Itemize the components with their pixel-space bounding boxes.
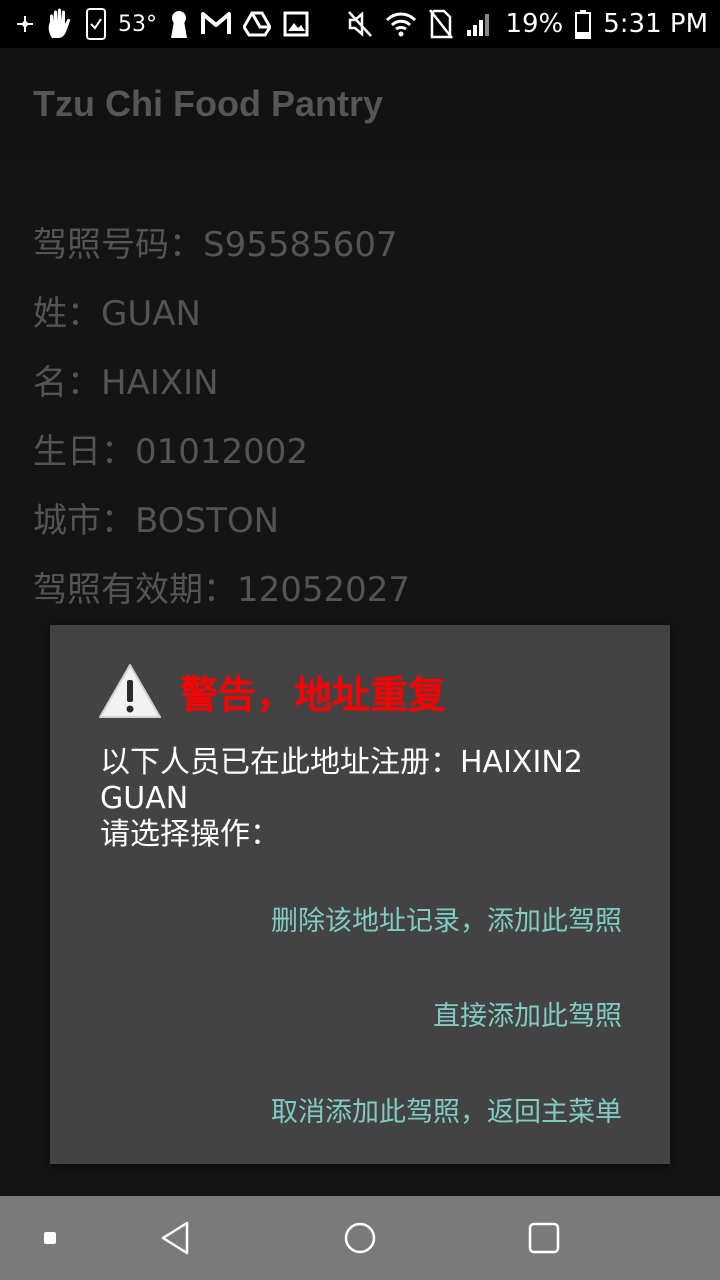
cancel-return-main-menu-button[interactable]: 取消添加此驾照，返回主菜单 xyxy=(271,1090,622,1129)
mute-icon xyxy=(348,11,373,37)
home-button[interactable] xyxy=(310,1196,410,1280)
back-icon xyxy=(161,1221,189,1255)
first-name-field: 名：HAIXIN xyxy=(33,363,219,403)
image-icon xyxy=(283,11,309,37)
birthday-field: 生日：01012002 xyxy=(33,432,309,472)
delete-address-add-license-button[interactable]: 删除该地址记录，添加此驾照 xyxy=(271,899,622,938)
add-license-directly-button[interactable]: 直接添加此驾照 xyxy=(433,994,622,1033)
drive-icon xyxy=(243,11,271,37)
clock-time: 5:31 PM xyxy=(603,9,708,39)
status-left: 53° xyxy=(16,8,309,40)
recents-dot-button[interactable] xyxy=(0,1196,100,1280)
status-bar: 53° 19% 5:31 PM xyxy=(0,0,720,48)
no-sim-icon xyxy=(429,9,454,39)
navigation-bar xyxy=(0,1196,720,1280)
app-bar: Tzu Chi Food Pantry xyxy=(0,48,720,160)
license-expiry-field: 驾照有效期：12052027 xyxy=(33,570,411,610)
warning-icon xyxy=(99,664,161,718)
dialog-header: 警告，地址重复 xyxy=(98,661,446,721)
signal-icon xyxy=(467,14,490,36)
dialog-message: 以下人员已在此地址注册：HAIXIN2 GUAN 请选择操作： xyxy=(100,745,583,852)
hand-icon xyxy=(48,8,71,38)
license-number-field: 驾照号码：S95585607 xyxy=(33,225,398,265)
status-right: 19% 5:31 PM xyxy=(347,9,708,39)
gmail-icon xyxy=(201,12,231,34)
phone-check-icon xyxy=(86,8,106,40)
keyhole-icon xyxy=(171,11,187,38)
app-title: Tzu Chi Food Pantry xyxy=(33,83,383,124)
duplicate-address-dialog: 警告，地址重复 以下人员已在此地址注册：HAIXIN2 GUAN 请选择操作： … xyxy=(50,625,670,1164)
overview-icon xyxy=(528,1222,560,1254)
recents-dot-icon xyxy=(44,1232,56,1244)
battery-icon xyxy=(575,10,592,39)
dialog-title: 警告，地址重复 xyxy=(180,672,447,717)
battery-percent: 19% xyxy=(505,9,564,39)
home-icon xyxy=(344,1222,376,1254)
back-button[interactable] xyxy=(125,1196,225,1280)
temperature-text: 53° xyxy=(118,11,157,37)
notification-dot-icon xyxy=(17,16,33,32)
wifi-icon xyxy=(386,12,417,37)
city-field: 城市：BOSTON xyxy=(33,501,280,541)
last-name-field: 姓：GUAN xyxy=(33,294,201,334)
overview-button[interactable] xyxy=(494,1196,594,1280)
